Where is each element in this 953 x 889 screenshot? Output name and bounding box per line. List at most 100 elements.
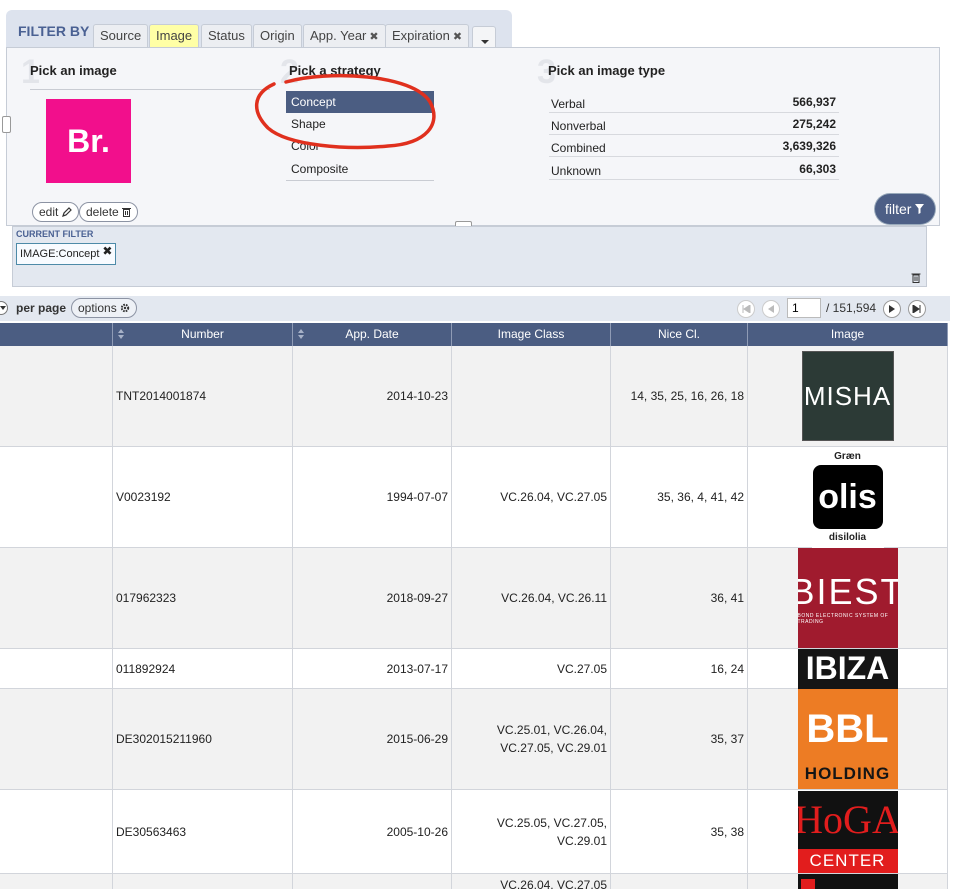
nice-class-cell	[611, 874, 748, 889]
edit-button[interactable]: edit	[32, 202, 79, 222]
number-cell: 011892924	[113, 649, 293, 688]
next-page-button[interactable]	[883, 300, 901, 318]
tab-status[interactable]: Status	[201, 24, 252, 48]
delete-button[interactable]: delete	[79, 202, 139, 222]
table-cell	[0, 874, 113, 889]
image-cell[interactable]	[748, 874, 948, 889]
close-icon[interactable]: ✖	[453, 31, 462, 43]
column-header-nice-class[interactable]: Nice Cl.	[611, 323, 748, 346]
trademark-image[interactable]	[797, 874, 898, 889]
image-class-cell: VC.26.04, VC.27.05	[452, 447, 611, 547]
table-row[interactable]: DE302015211960 2015-06-29 VC.25.01, VC.2…	[0, 689, 948, 790]
column-header-image-class[interactable]: Image Class	[452, 323, 611, 346]
current-filter-panel: CURRENT FILTER IMAGE:Concept ✖	[12, 226, 927, 287]
options-label: options	[78, 301, 117, 315]
mark-text: disilolia	[828, 532, 867, 543]
per-page-label: per page	[16, 301, 67, 315]
image-cell[interactable]: HoGA CENTER	[748, 790, 948, 873]
table-row[interactable]: 011892924 2013-07-17 VC.27.05 16, 24 IBI…	[0, 648, 948, 689]
date-cell: 2015-06-29	[293, 689, 452, 789]
nice-class-cell: 35, 36, 4, 41, 42	[611, 447, 748, 547]
more-tabs-button[interactable]	[472, 26, 496, 48]
mark-text: BIEST	[797, 571, 898, 612]
table-row[interactable]: TNT2014001874 2014-10-23 14, 35, 25, 16,…	[0, 346, 948, 447]
pager-bar: per page options / 151,594	[0, 296, 950, 321]
page-total: / 151,594	[826, 301, 877, 315]
divider	[30, 89, 270, 90]
first-page-icon	[742, 304, 751, 314]
number-cell: TNT2014001874	[113, 346, 293, 446]
first-page-button[interactable]	[737, 300, 755, 318]
date-cell: 2018-09-27	[293, 548, 452, 648]
sort-icon[interactable]	[298, 329, 304, 340]
tab-expiration[interactable]: Expiration ✖	[385, 24, 470, 48]
prev-page-button[interactable]	[762, 300, 780, 318]
table-cell	[0, 447, 113, 547]
column-header-image[interactable]: Image	[748, 323, 948, 346]
annotation-circle	[254, 73, 436, 150]
image-type-unknown[interactable]: Unknown 66,303	[549, 158, 839, 180]
table-header: Number App. Date Image Class Nice Cl. Im…	[0, 323, 948, 346]
table-row[interactable]: V0023192 1994-07-07 VC.26.04, VC.27.05 3…	[0, 446, 948, 548]
tab-source[interactable]: Source	[93, 24, 149, 48]
tab-image[interactable]: Image	[149, 24, 200, 48]
table-row[interactable]: 017962323 2018-09-27 VC.26.04, VC.26.11 …	[0, 548, 948, 649]
filter-chip[interactable]: IMAGE:Concept ✖	[16, 241, 117, 265]
resize-handle[interactable]	[2, 116, 11, 133]
nice-class-cell: 14, 35, 25, 16, 26, 18	[611, 346, 748, 446]
table-row[interactable]: VC.26.04, VC.27.05	[0, 874, 948, 889]
number-cell: DE30563463	[113, 790, 293, 873]
trash-icon	[122, 208, 132, 217]
options-button[interactable]: options	[71, 298, 138, 318]
pencil-icon	[61, 207, 72, 217]
image-type-count: 3,639,326	[782, 139, 836, 153]
page-number-input[interactable]	[787, 298, 821, 318]
image-class-cell: VC.25.01, VC.26.04, VC.27.05, VC.29.01	[452, 689, 611, 789]
image-type-combined[interactable]: Combined 3,639,326	[549, 135, 839, 157]
tab-label: Expiration	[392, 28, 450, 43]
tab-app-year[interactable]: App. Year ✖	[303, 24, 386, 48]
close-icon[interactable]: ✖	[102, 241, 112, 261]
image-class-cell: VC.27.05	[452, 649, 611, 688]
trash-icon[interactable]	[911, 272, 921, 283]
image-type-nonverbal[interactable]: Nonverbal 275,242	[549, 113, 839, 135]
selected-image-logo[interactable]: Br.	[46, 99, 131, 183]
sort-icon[interactable]	[118, 329, 124, 340]
filter-button[interactable]: filter	[875, 194, 935, 224]
last-page-button[interactable]	[908, 300, 926, 318]
filter-chip-label: IMAGE:Concept	[20, 248, 100, 260]
trademark-image[interactable]: BBL HOLDING	[797, 689, 898, 789]
column-header-number[interactable]: Number	[113, 323, 293, 346]
image-cell[interactable]: BIEST BOND ELECTRONIC SYSTEM OF TRADING	[748, 548, 948, 648]
per-page-dropdown[interactable]	[0, 301, 8, 315]
column-header-app-date[interactable]: App. Date	[293, 323, 452, 346]
image-type-verbal[interactable]: Verbal 566,937	[549, 91, 839, 113]
trademark-image[interactable]: Græn olis disilolia	[811, 446, 884, 548]
image-type-label: Nonverbal	[551, 119, 606, 133]
tab-label: Origin	[260, 28, 295, 43]
image-cell[interactable]: BBL HOLDING	[748, 689, 948, 789]
trademark-image[interactable]: MISHA	[801, 351, 894, 441]
trademark-image[interactable]: IBIZA	[797, 648, 898, 689]
table-row[interactable]: DE30563463 2005-10-26 VC.25.05, VC.27.05…	[0, 790, 948, 874]
chevron-down-icon	[0, 306, 6, 310]
trademark-image[interactable]: BIEST BOND ELECTRONIC SYSTEM OF TRADING	[797, 548, 898, 648]
trademark-image[interactable]: HoGA CENTER	[797, 790, 898, 873]
column-label: App. Date	[345, 327, 399, 341]
table-cell	[0, 649, 113, 688]
close-icon[interactable]: ✖	[369, 31, 378, 43]
current-filter-title: CURRENT FILTER	[16, 229, 94, 239]
tab-label: Image	[156, 28, 193, 43]
image-class-line: VC.27.05, VC.29.01	[500, 741, 607, 755]
image-cell[interactable]: Græn olis disilolia	[748, 446, 948, 548]
image-class-cell: VC.26.04, VC.26.11	[452, 548, 611, 648]
edit-label: edit	[39, 205, 59, 219]
mark-text: HOLDING	[804, 764, 891, 783]
chevron-left-icon	[768, 305, 774, 313]
tab-origin[interactable]: Origin	[253, 24, 302, 48]
image-cell[interactable]: MISHA	[748, 346, 948, 446]
image-cell[interactable]: IBIZA	[748, 648, 948, 689]
table-cell	[0, 548, 113, 648]
date-cell: 2005-10-26	[293, 790, 452, 873]
number-cell: V0023192	[113, 447, 293, 547]
